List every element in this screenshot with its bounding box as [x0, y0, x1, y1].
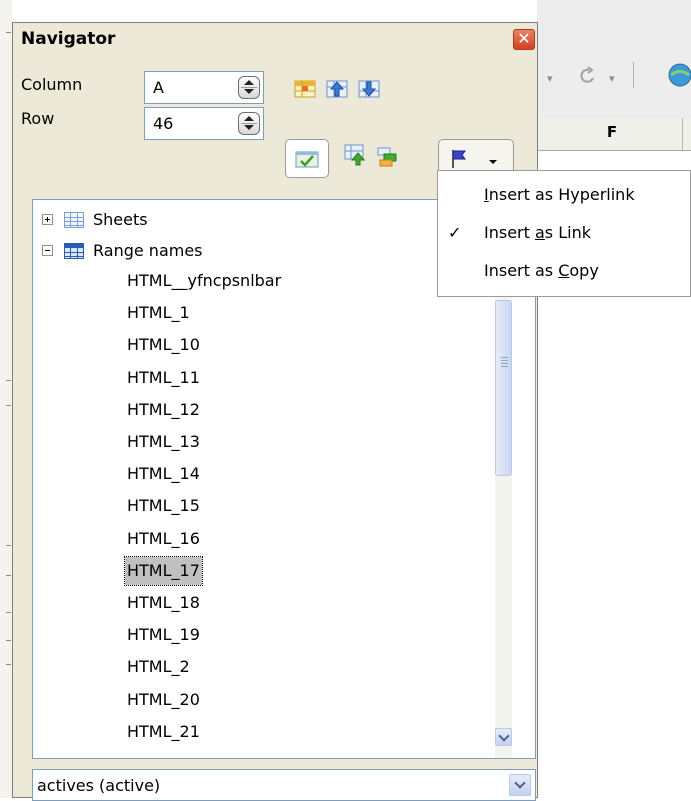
close-icon[interactable]: ✕ — [513, 29, 535, 50]
end-icon[interactable] — [357, 77, 381, 101]
row-label: Row — [21, 109, 55, 128]
tree-category-sheets[interactable]: Sheets — [93, 210, 148, 229]
chevron-down-icon — [498, 730, 510, 742]
range-name-item[interactable]: HTML_18 — [125, 589, 202, 617]
column-label: Column — [21, 75, 83, 94]
menu-item-label: Insert as Link — [484, 223, 591, 242]
menu-item-insert-as-link[interactable]: ✓ Insert as Link — [438, 215, 690, 251]
data-range-icon[interactable] — [293, 77, 317, 101]
contents-icon[interactable] — [295, 147, 319, 171]
row-input[interactable]: 46 — [153, 114, 173, 133]
spreadsheet-row-headers — [0, 0, 12, 798]
chevron-down-icon — [489, 160, 497, 164]
scenarios-icon[interactable] — [375, 145, 399, 169]
hyperlink-icon[interactable] — [667, 62, 691, 88]
expand-sheets-icon[interactable] — [42, 214, 53, 225]
redo-dropdown-arrow-icon[interactable]: ▾ — [609, 72, 615, 85]
range-name-item[interactable]: HTML_12 — [125, 396, 202, 424]
range-name-item[interactable]: HTML_15 — [125, 492, 202, 520]
range-name-item[interactable]: HTML_21 — [125, 718, 202, 746]
column-input[interactable]: A — [153, 78, 164, 97]
range-name-item[interactable]: HTML_20 — [125, 686, 202, 714]
main-toolbar-fragment: ▾ ▾ — [537, 0, 691, 119]
menu-item-insert-as-copy[interactable]: Insert as Copy — [438, 253, 690, 289]
sheets-category-icon — [64, 212, 84, 228]
range-name-item[interactable]: HTML_19 — [125, 621, 202, 649]
menu-item-insert-as-hyperlink[interactable]: Insert as Hyperlink — [438, 177, 690, 213]
toggle-icon[interactable] — [343, 143, 367, 167]
row-spin-button[interactable] — [238, 112, 260, 135]
document-dropdown-button[interactable] — [509, 774, 531, 796]
range-name-item[interactable]: HTML_10 — [125, 331, 202, 359]
chevron-down-icon — [514, 777, 526, 789]
range-name-item[interactable]: HTML_13 — [125, 428, 202, 456]
range-name-item[interactable]: HTML_14 — [125, 460, 202, 488]
redo-icon[interactable] — [577, 64, 599, 86]
scroll-down-button[interactable] — [495, 728, 512, 746]
scrollbar-thumb[interactable] — [495, 300, 512, 476]
document-selector[interactable]: actives (active) — [32, 769, 536, 801]
start-icon[interactable] — [325, 77, 349, 101]
tree-category-range-names[interactable]: Range names — [93, 241, 203, 260]
document-selector-value: actives (active) — [37, 776, 161, 795]
range-name-item[interactable]: HTML_16 — [125, 525, 202, 553]
navigator-window: Navigator ✕ Column A Row 46 Sheets Range… — [12, 22, 538, 801]
range-names-category-icon — [64, 243, 84, 259]
drag-mode-menu: Insert as Hyperlink ✓ Insert as Link Insert… — [437, 170, 691, 297]
drag-mode-flag-icon — [452, 150, 466, 168]
menu-item-label: Insert as Hyperlink — [484, 185, 635, 204]
column-header-bar: F — [537, 118, 691, 151]
column-spinbox[interactable]: A — [144, 71, 264, 104]
range-name-item[interactable]: HTML_17 — [124, 555, 203, 586]
range-name-item[interactable]: HTML__yfncpsnlbar — [125, 267, 283, 295]
range-name-item[interactable]: HTML_1 — [125, 299, 192, 327]
window-title: Navigator — [21, 29, 116, 49]
menu-item-label: Insert as Copy — [484, 261, 599, 280]
row-spinbox[interactable]: 46 — [144, 107, 264, 140]
range-name-item[interactable]: HTML_2 — [125, 653, 192, 681]
toolbar-separator — [633, 62, 634, 88]
undo-dropdown-arrow-icon[interactable]: ▾ — [547, 72, 553, 85]
column-spin-button[interactable] — [238, 76, 260, 99]
range-name-item[interactable]: HTML_11 — [125, 364, 202, 392]
navigator-titlebar[interactable]: Navigator ✕ — [13, 23, 537, 55]
collapse-range-names-icon[interactable] — [42, 245, 53, 256]
checkmark-icon: ✓ — [448, 223, 462, 242]
column-header-f[interactable]: F — [567, 123, 657, 141]
